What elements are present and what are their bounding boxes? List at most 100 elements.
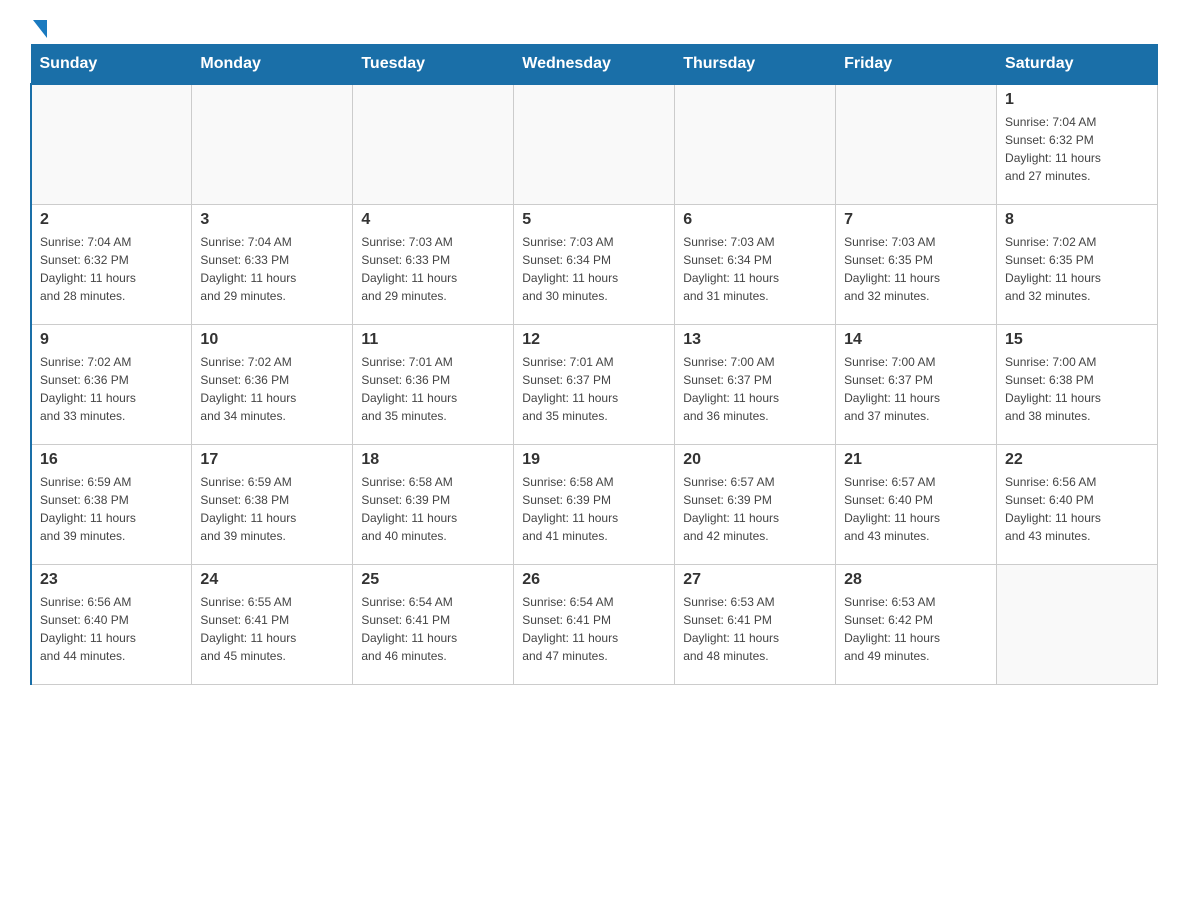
day-info: Sunrise: 7:04 AM Sunset: 6:32 PM Dayligh… xyxy=(1005,113,1149,185)
calendar-cell: 12 Sunrise: 7:01 AM Sunset: 6:37 PM Dayli… xyxy=(514,324,675,444)
day-header-friday: Friday xyxy=(836,45,997,85)
day-info: Sunrise: 6:56 AM Sunset: 6:40 PM Dayligh… xyxy=(40,593,183,665)
calendar-cell: 14 Sunrise: 7:00 AM Sunset: 6:37 PM Dayli… xyxy=(836,324,997,444)
day-info: Sunrise: 7:02 AM Sunset: 6:36 PM Dayligh… xyxy=(200,353,344,425)
week-row-5: 23 Sunrise: 6:56 AM Sunset: 6:40 PM Dayli… xyxy=(31,564,1158,684)
day-header-wednesday: Wednesday xyxy=(514,45,675,85)
calendar-cell: 4 Sunrise: 7:03 AM Sunset: 6:33 PM Daylig… xyxy=(353,204,514,324)
calendar-cell: 8 Sunrise: 7:02 AM Sunset: 6:35 PM Daylig… xyxy=(997,204,1158,324)
day-number: 25 xyxy=(361,571,505,589)
day-number: 17 xyxy=(200,451,344,469)
day-info: Sunrise: 7:03 AM Sunset: 6:33 PM Dayligh… xyxy=(361,233,505,305)
day-info: Sunrise: 7:02 AM Sunset: 6:35 PM Dayligh… xyxy=(1005,233,1149,305)
day-info: Sunrise: 7:04 AM Sunset: 6:33 PM Dayligh… xyxy=(200,233,344,305)
calendar-cell xyxy=(31,84,192,204)
week-row-3: 9Sunrise: 7:02 AM Sunset: 6:36 PM Daylig… xyxy=(31,324,1158,444)
day-number: 3 xyxy=(200,211,344,229)
day-number: 19 xyxy=(522,451,666,469)
calendar-cell: 6 Sunrise: 7:03 AM Sunset: 6:34 PM Daylig… xyxy=(675,204,836,324)
calendar-cell: 28 Sunrise: 6:53 AM Sunset: 6:42 PM Dayli… xyxy=(836,564,997,684)
day-number: 21 xyxy=(844,451,988,469)
logo xyxy=(30,20,47,34)
day-info: Sunrise: 6:58 AM Sunset: 6:39 PM Dayligh… xyxy=(522,473,666,545)
day-number: 20 xyxy=(683,451,827,469)
header xyxy=(30,20,1158,34)
day-info: Sunrise: 7:00 AM Sunset: 6:37 PM Dayligh… xyxy=(844,353,988,425)
calendar-cell xyxy=(192,84,353,204)
day-number: 28 xyxy=(844,571,988,589)
day-number: 22 xyxy=(1005,451,1149,469)
day-number: 12 xyxy=(522,331,666,349)
day-number: 13 xyxy=(683,331,827,349)
day-info: Sunrise: 7:01 AM Sunset: 6:36 PM Dayligh… xyxy=(361,353,505,425)
calendar-cell: 16 Sunrise: 6:59 AM Sunset: 6:38 PM Dayli… xyxy=(31,444,192,564)
day-info: Sunrise: 6:53 AM Sunset: 6:42 PM Dayligh… xyxy=(844,593,988,665)
days-header-row: SundayMondayTuesdayWednesdayThursdayFrid… xyxy=(31,45,1158,85)
week-row-1: 1 Sunrise: 7:04 AM Sunset: 6:32 PM Daylig… xyxy=(31,84,1158,204)
calendar-cell xyxy=(675,84,836,204)
day-info: Sunrise: 6:59 AM Sunset: 6:38 PM Dayligh… xyxy=(200,473,344,545)
calendar-table: SundayMondayTuesdayWednesdayThursdayFrid… xyxy=(30,44,1158,685)
day-info: Sunrise: 7:00 AM Sunset: 6:38 PM Dayligh… xyxy=(1005,353,1149,425)
calendar-cell: 7 Sunrise: 7:03 AM Sunset: 6:35 PM Daylig… xyxy=(836,204,997,324)
day-number: 18 xyxy=(361,451,505,469)
calendar-cell: 15 Sunrise: 7:00 AM Sunset: 6:38 PM Dayli… xyxy=(997,324,1158,444)
calendar-cell: 20 Sunrise: 6:57 AM Sunset: 6:39 PM Dayli… xyxy=(675,444,836,564)
calendar-cell: 3 Sunrise: 7:04 AM Sunset: 6:33 PM Daylig… xyxy=(192,204,353,324)
day-info: Sunrise: 6:54 AM Sunset: 6:41 PM Dayligh… xyxy=(361,593,505,665)
day-number: 4 xyxy=(361,211,505,229)
day-number: 27 xyxy=(683,571,827,589)
calendar-cell: 19 Sunrise: 6:58 AM Sunset: 6:39 PM Dayli… xyxy=(514,444,675,564)
day-number: 1 xyxy=(1005,91,1149,109)
calendar-cell: 10Sunrise: 7:02 AM Sunset: 6:36 PM Dayli… xyxy=(192,324,353,444)
calendar-cell xyxy=(836,84,997,204)
day-info: Sunrise: 7:03 AM Sunset: 6:35 PM Dayligh… xyxy=(844,233,988,305)
week-row-4: 16 Sunrise: 6:59 AM Sunset: 6:38 PM Dayli… xyxy=(31,444,1158,564)
calendar-cell: 24 Sunrise: 6:55 AM Sunset: 6:41 PM Dayli… xyxy=(192,564,353,684)
calendar-cell: 25 Sunrise: 6:54 AM Sunset: 6:41 PM Dayli… xyxy=(353,564,514,684)
day-info: Sunrise: 6:56 AM Sunset: 6:40 PM Dayligh… xyxy=(1005,473,1149,545)
day-info: Sunrise: 6:53 AM Sunset: 6:41 PM Dayligh… xyxy=(683,593,827,665)
calendar-cell: 11 Sunrise: 7:01 AM Sunset: 6:36 PM Dayli… xyxy=(353,324,514,444)
calendar-cell xyxy=(353,84,514,204)
day-info: Sunrise: 7:03 AM Sunset: 6:34 PM Dayligh… xyxy=(683,233,827,305)
calendar-cell: 17 Sunrise: 6:59 AM Sunset: 6:38 PM Dayli… xyxy=(192,444,353,564)
day-info: Sunrise: 7:04 AM Sunset: 6:32 PM Dayligh… xyxy=(40,233,183,305)
day-info: Sunrise: 6:57 AM Sunset: 6:40 PM Dayligh… xyxy=(844,473,988,545)
calendar-cell: 22 Sunrise: 6:56 AM Sunset: 6:40 PM Dayli… xyxy=(997,444,1158,564)
day-number: 6 xyxy=(683,211,827,229)
day-number: 11 xyxy=(361,331,505,349)
day-number: 7 xyxy=(844,211,988,229)
calendar-cell xyxy=(514,84,675,204)
calendar-cell: 5Sunrise: 7:03 AM Sunset: 6:34 PM Daylig… xyxy=(514,204,675,324)
calendar-cell: 26Sunrise: 6:54 AM Sunset: 6:41 PM Dayli… xyxy=(514,564,675,684)
day-number: 24 xyxy=(200,571,344,589)
day-info: Sunrise: 7:00 AM Sunset: 6:37 PM Dayligh… xyxy=(683,353,827,425)
day-info: Sunrise: 6:59 AM Sunset: 6:38 PM Dayligh… xyxy=(40,473,183,545)
day-info: Sunrise: 6:57 AM Sunset: 6:39 PM Dayligh… xyxy=(683,473,827,545)
day-header-thursday: Thursday xyxy=(675,45,836,85)
calendar-cell: 13 Sunrise: 7:00 AM Sunset: 6:37 PM Dayli… xyxy=(675,324,836,444)
day-number: 16 xyxy=(40,451,183,469)
day-info: Sunrise: 6:55 AM Sunset: 6:41 PM Dayligh… xyxy=(200,593,344,665)
day-info: Sunrise: 6:54 AM Sunset: 6:41 PM Dayligh… xyxy=(522,593,666,665)
calendar-cell: 18 Sunrise: 6:58 AM Sunset: 6:39 PM Dayli… xyxy=(353,444,514,564)
logo-triangle-icon xyxy=(33,20,47,38)
calendar-cell: 23 Sunrise: 6:56 AM Sunset: 6:40 PM Dayli… xyxy=(31,564,192,684)
week-row-2: 2 Sunrise: 7:04 AM Sunset: 6:32 PM Daylig… xyxy=(31,204,1158,324)
calendar-cell: 21 Sunrise: 6:57 AM Sunset: 6:40 PM Dayli… xyxy=(836,444,997,564)
calendar-cell xyxy=(997,564,1158,684)
day-info: Sunrise: 6:58 AM Sunset: 6:39 PM Dayligh… xyxy=(361,473,505,545)
calendar-cell: 27 Sunrise: 6:53 AM Sunset: 6:41 PM Dayli… xyxy=(675,564,836,684)
day-info: Sunrise: 7:01 AM Sunset: 6:37 PM Dayligh… xyxy=(522,353,666,425)
day-header-tuesday: Tuesday xyxy=(353,45,514,85)
day-number: 14 xyxy=(844,331,988,349)
day-number: 15 xyxy=(1005,331,1149,349)
calendar-cell: 2 Sunrise: 7:04 AM Sunset: 6:32 PM Daylig… xyxy=(31,204,192,324)
day-number: 23 xyxy=(40,571,183,589)
day-info: Sunrise: 7:02 AM Sunset: 6:36 PM Dayligh… xyxy=(40,353,183,425)
day-header-monday: Monday xyxy=(192,45,353,85)
day-number: 2 xyxy=(40,211,183,229)
day-header-saturday: Saturday xyxy=(997,45,1158,85)
day-number: 8 xyxy=(1005,211,1149,229)
